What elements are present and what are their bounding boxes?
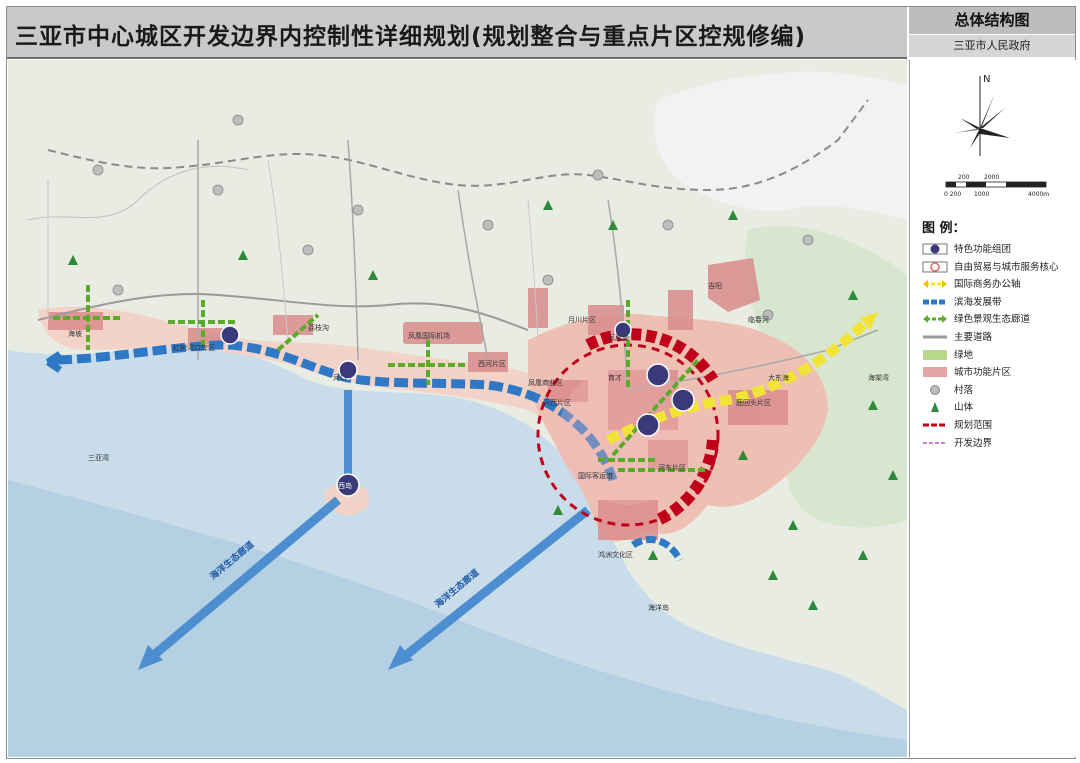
legend-label: 山体 <box>954 402 974 414</box>
label-sanyawan: 三亚湾 <box>88 453 109 462</box>
legend-list: 特色功能组团 自由贸易与城市服务核心 国际商务办公轴 滨海发展带 绿色景观生态廊… <box>922 242 1072 453</box>
legend-item-greenland: 绿地 <box>922 348 1072 363</box>
page-title: 三亚市中心城区开发边界内控制性详细规划(规划整合与重点片区控规修编) <box>15 24 807 50</box>
pink-fill-swatch-icon <box>923 367 947 378</box>
label-liuluo: 荔枝沟 <box>308 323 329 332</box>
legend-item-mountain: 山体 <box>922 400 1072 415</box>
legend-label: 特色功能组团 <box>954 244 1012 255</box>
legend-label: 自由贸易与城市服务核心 <box>954 261 1059 273</box>
legend-item-dev-boundary: 开发边界 <box>922 436 1072 451</box>
label-hongsha2: 鸿洲文化区 <box>598 550 633 559</box>
label-lingshui: 临春河 <box>748 315 769 324</box>
label-gangkou: 国际客运港 <box>578 471 613 480</box>
legend-item-planning-range: 规划范围 <box>922 418 1072 433</box>
scale-label-0: 200 <box>958 174 970 181</box>
planning-map[interactable]: 红树湾口岸区 凤凰国际机场 西河片区 凤凰商业区 河西片区 月川片区 吉阳 临春… <box>8 60 907 757</box>
label-fenghuang: 凤凰岛 <box>608 333 629 342</box>
north-label: N <box>983 74 990 85</box>
north-arrow: N <box>950 68 1020 162</box>
scale-label-1: 2000 <box>984 174 999 181</box>
legend-label: 规划范围 <box>954 419 993 431</box>
double-arrow-yellow-icon <box>923 280 947 289</box>
label-dadonghai: 大东海 <box>768 373 789 382</box>
label-haitang: 海棠湾 <box>868 373 889 382</box>
label-xihe: 西河片区 <box>478 359 506 368</box>
legend-item-green-corridor: 绿色景观生态廊道 <box>922 312 1072 327</box>
purple-dashed-line-icon <box>923 441 947 444</box>
label-hekou: 河口 <box>333 374 347 382</box>
dashed-blue-line-icon <box>923 299 947 305</box>
legend-label: 绿色景观生态廊道 <box>954 314 1031 326</box>
legend-label: 城市功能片区 <box>954 367 1012 379</box>
label-jiyang: 吉阳 <box>708 281 722 290</box>
label-tianya: 红树湾口岸区 <box>173 343 215 352</box>
core-icon <box>922 261 948 272</box>
title-block: 总体结构图 三亚市人民政府 <box>909 7 1075 57</box>
label-tianya2: 海洋岛 <box>648 603 669 612</box>
grey-line-icon <box>923 335 947 339</box>
legend-item-business-axis: 国际商务办公轴 <box>922 277 1072 292</box>
red-dashed-line-icon <box>923 423 947 427</box>
legend-item-urban-function: 城市功能片区 <box>922 365 1072 380</box>
authority-name: 三亚市人民政府 <box>909 35 1075 57</box>
label-haibei: 海坡 <box>68 329 82 338</box>
label-yuchuan: 育才 <box>608 373 622 382</box>
scale-label-2: 0 200 <box>944 191 961 198</box>
compass-rose-icon: N <box>955 74 1010 156</box>
green-fill-swatch-icon <box>923 349 947 360</box>
scale-label-3: 1000 <box>974 191 989 198</box>
scale-bar: 200 2000 0 200 1000 4000m <box>944 172 1054 204</box>
map-canvas: 红树湾口岸区 凤凰国际机场 西河片区 凤凰商业区 河西片区 月川片区 吉阳 临春… <box>8 60 907 757</box>
legend-panel: N 200 2000 0 200 1000 4000m 图 例： 特色功能组团 … <box>909 60 1076 757</box>
label-yuehai: 月川片区 <box>568 315 596 324</box>
label-hexi: 河西片区 <box>543 398 571 407</box>
double-arrow-green-icon <box>923 315 947 324</box>
legend-label: 绿地 <box>954 349 974 361</box>
drawing-frame: 三亚市中心城区开发边界内控制性详细规划(规划整合与重点片区控规修编) 总体结构图… <box>6 6 1076 759</box>
legend-item-main-road: 主要道路 <box>922 330 1072 345</box>
label-airport: 凤凰国际机场 <box>408 331 450 340</box>
label-hedong: 河东片区 <box>658 463 686 472</box>
legend-label: 国际商务办公轴 <box>954 279 1021 291</box>
label-luhuitou: 鹿回头片区 <box>736 398 771 407</box>
legend-label: 滨海发展带 <box>954 296 1002 308</box>
drawing-name: 总体结构图 <box>909 7 1075 35</box>
feature-cluster-icon <box>922 243 948 255</box>
legend-item-coastal-belt: 滨海发展带 <box>922 295 1072 310</box>
legend-item-core: 自由贸易与城市服务核心 <box>922 260 1072 275</box>
scale-bar-graphic: 200 2000 0 200 1000 4000m <box>944 174 1049 198</box>
scale-label-4: 4000m <box>1028 191 1049 198</box>
label-xidao: 西岛 <box>338 481 352 490</box>
label-hongsha: 凤凰商业区 <box>528 378 563 387</box>
title-bar: 三亚市中心城区开发边界内控制性详细规划(规划整合与重点片区控规修编) <box>7 7 907 59</box>
legend-label: 主要道路 <box>954 331 993 343</box>
village-dot-icon <box>930 384 940 395</box>
mountain-icon <box>931 402 939 413</box>
legend-title: 图 例： <box>922 221 966 236</box>
legend-label: 村落 <box>954 384 974 396</box>
legend-item-village: 村落 <box>922 383 1072 398</box>
legend-item-feature-cluster: 特色功能组团 <box>922 242 1072 257</box>
legend-label: 开发边界 <box>954 437 993 449</box>
